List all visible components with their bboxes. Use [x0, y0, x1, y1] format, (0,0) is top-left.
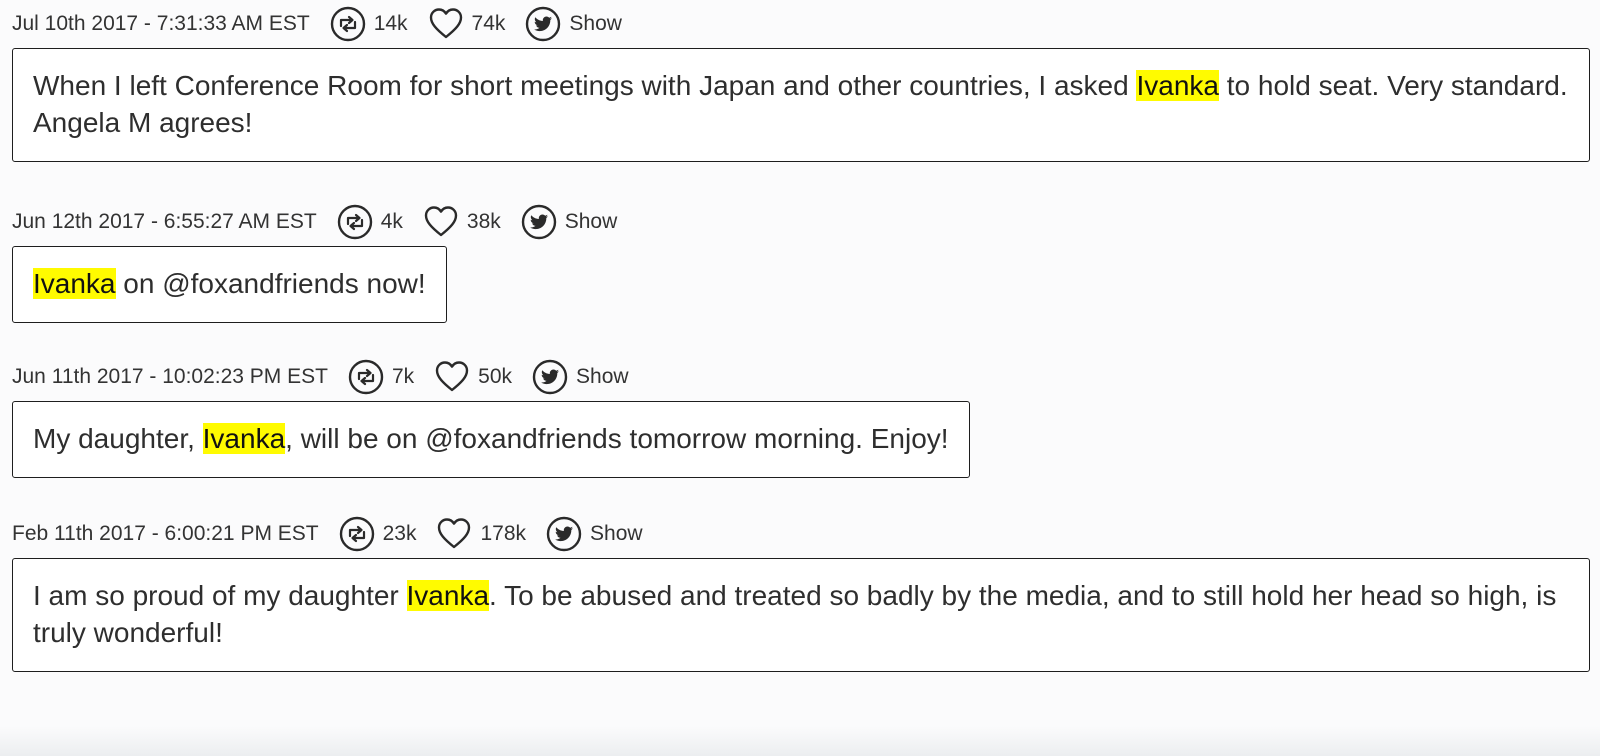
- retweet-stat: 23k: [339, 516, 417, 552]
- twitter-bird-icon: [526, 6, 561, 42]
- show-tweet-link[interactable]: Show: [532, 359, 629, 395]
- tweet-text-box: When I left Conference Room for short me…: [12, 48, 1590, 162]
- tweet-text-before: I am so proud of my daughter: [33, 580, 407, 611]
- show-label: Show: [569, 12, 622, 35]
- twitter-bird-icon: [532, 359, 568, 395]
- tweet-meta: Jun 12th 2017 - 6:55:27 AM EST 4k 38k Sh…: [12, 198, 1590, 246]
- show-tweet-link[interactable]: Show: [525, 6, 622, 42]
- like-stat: 178k: [436, 516, 526, 552]
- like-count: 74k: [471, 12, 506, 35]
- retweet-count: 14k: [373, 12, 408, 35]
- show-tweet-link[interactable]: Show: [521, 204, 618, 240]
- tweet-date: Feb 11th 2017 - 6:00:21 PM EST: [12, 522, 319, 545]
- tweet-text-before: When I left Conference Room for short me…: [33, 70, 1137, 101]
- like-count: 50k: [478, 365, 513, 388]
- show-tweet-link[interactable]: Show: [546, 516, 643, 552]
- retweet-count: 7k: [391, 365, 415, 388]
- tweet-item: Jun 11th 2017 - 10:02:23 PM EST 7k 50k S…: [12, 353, 1590, 478]
- tweet-text-box: My daughter, Ivanka, will be on @foxandf…: [12, 401, 970, 478]
- twitter-bird-icon: [521, 204, 556, 240]
- retweet-icon: [339, 516, 374, 552]
- like-count: 38k: [466, 210, 501, 233]
- tweet-meta: Jul 10th 2017 - 7:31:33 AM EST 14k 74k S…: [12, 0, 1590, 48]
- heart-icon: [435, 361, 469, 392]
- tweet-meta: Feb 11th 2017 - 6:00:21 PM EST 23k 178k: [12, 510, 1590, 558]
- tweet-item: Jul 10th 2017 - 7:31:33 AM EST 14k 74k S…: [12, 0, 1590, 162]
- tweet-item: Jun 12th 2017 - 6:55:27 AM EST 4k 38k Sh…: [12, 198, 1590, 323]
- heart-icon: [424, 206, 458, 237]
- retweet-stat: 4k: [337, 204, 403, 240]
- retweet-stat: 14k: [330, 6, 408, 42]
- tweet-date: Jun 11th 2017 - 10:02:23 PM EST: [12, 365, 328, 388]
- highlighted-term: Ivanka: [406, 580, 490, 611]
- tweet-text-after: on @foxandfriends now!: [115, 268, 426, 299]
- tweet-text-before: My daughter,: [33, 423, 203, 454]
- tweet-date: Jun 12th 2017 - 6:55:27 AM EST: [12, 210, 317, 233]
- tweet-item: Feb 11th 2017 - 6:00:21 PM EST 23k 178k: [12, 510, 1590, 672]
- like-stat: 38k: [423, 204, 501, 240]
- twitter-bird-icon: [546, 516, 582, 552]
- tweet-text-after: , will be on @foxandfriends tomorrow mor…: [285, 423, 949, 454]
- retweet-stat: 7k: [348, 359, 414, 395]
- tweet-date: Jul 10th 2017 - 7:31:33 AM EST: [12, 12, 310, 35]
- highlighted-term: Ivanka: [1136, 70, 1219, 101]
- heart-icon: [438, 518, 471, 549]
- show-label: Show: [590, 522, 643, 545]
- tweet-text-box: I am so proud of my daughter Ivanka. To …: [12, 558, 1590, 672]
- show-label: Show: [564, 210, 618, 233]
- bottom-fade: [0, 726, 1600, 756]
- heart-icon: [429, 8, 462, 39]
- like-stat: 50k: [434, 359, 512, 395]
- tweet-meta: Jun 11th 2017 - 10:02:23 PM EST 7k 50k S…: [12, 353, 1590, 401]
- show-label: Show: [576, 365, 629, 388]
- like-count: 178k: [480, 522, 527, 545]
- retweet-icon: [337, 204, 372, 240]
- tweet-text-box: Ivanka on @foxandfriends now!: [12, 246, 447, 323]
- retweet-icon: [330, 6, 365, 42]
- retweet-count: 4k: [380, 210, 403, 233]
- highlighted-term: Ivanka: [33, 268, 116, 299]
- retweet-icon: [348, 359, 384, 395]
- retweet-count: 23k: [382, 522, 417, 545]
- tweet-feed: Jul 10th 2017 - 7:31:33 AM EST 14k 74k S…: [12, 0, 1590, 672]
- highlighted-term: Ivanka: [202, 423, 286, 454]
- like-stat: 74k: [428, 6, 506, 42]
